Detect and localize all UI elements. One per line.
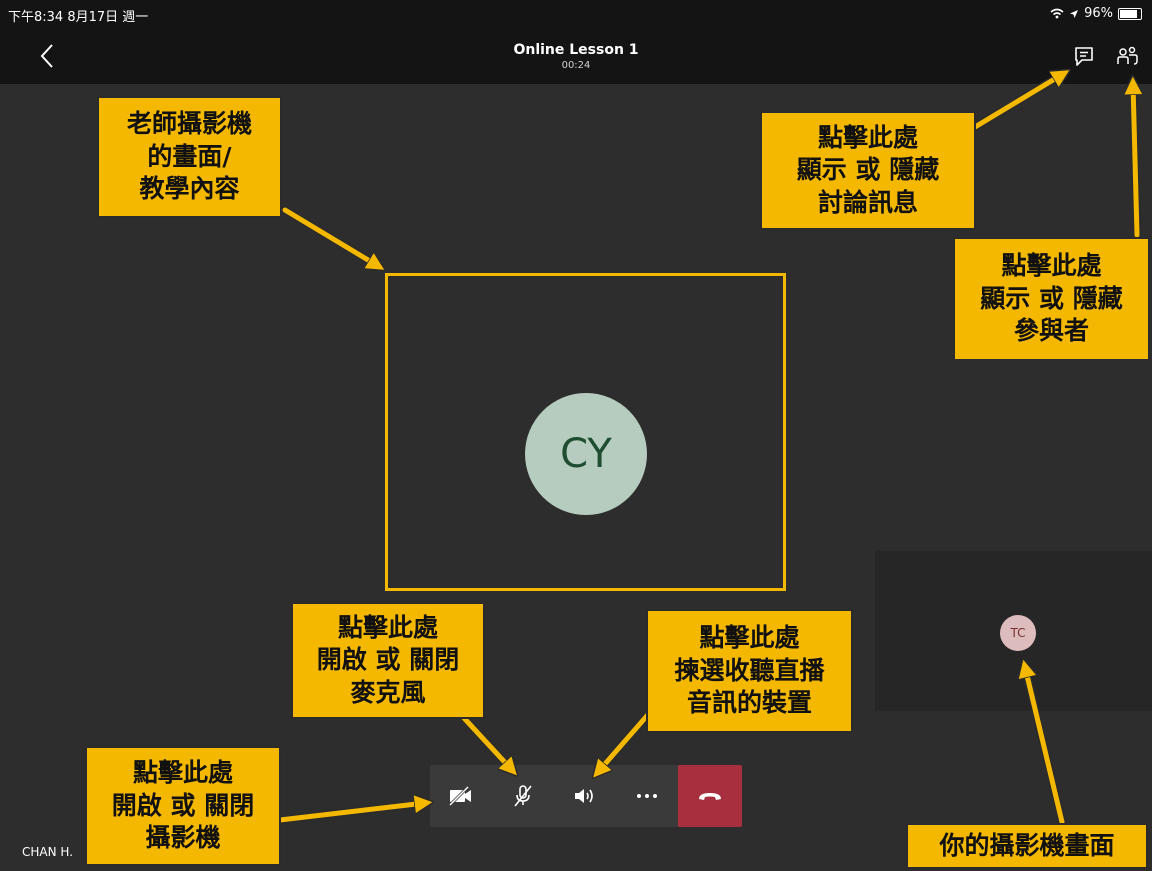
annotation-line: 開啟 或 關閉 [111, 790, 255, 820]
self-display-name: CHAN H. [22, 845, 74, 859]
annotation-line: 揀選收聽直播 [674, 655, 825, 685]
annotation-line: 顯示 或 隱藏 [796, 155, 940, 185]
annotation-line: 參與者 [1013, 316, 1089, 346]
annotation-line: 老師攝影機 [126, 109, 252, 139]
chat-button[interactable] [1073, 46, 1099, 70]
participants-button[interactable] [1115, 46, 1141, 70]
annotation-line: 攝影機 [145, 823, 221, 853]
annotation-line: 討論訊息 [817, 187, 918, 217]
meeting-header: Online Lesson 1 00:24 [0, 28, 1152, 84]
battery-icon [1118, 7, 1142, 20]
hang-up-button[interactable] [678, 765, 742, 827]
annotation-line: 點擊此處 [817, 122, 918, 152]
annotation-line: 點擊此處 [699, 623, 800, 653]
participants-icon [1117, 46, 1138, 65]
annotation-line: 點擊此處 [1001, 251, 1102, 281]
annotation-line: 開啟 或 關閉 [316, 645, 460, 675]
annotation-line: 教學內容 [139, 174, 240, 204]
annotation-line: 顯示 或 隱藏 [980, 283, 1123, 313]
annotation-line: 音訊的裝置 [686, 688, 812, 718]
status-indicators: 96% [1050, 6, 1142, 21]
camera-toggle-button[interactable] [430, 765, 492, 827]
status-time: 下午8:34 8月17日 週一 [8, 10, 149, 25]
annotation-line: 你的攝影機畫面 [939, 830, 1115, 860]
location-icon [1070, 9, 1079, 18]
self-avatar: TC [1000, 615, 1036, 651]
annotation-self-view: 你的攝影機畫面 [906, 823, 1148, 869]
hang-up-icon [699, 793, 721, 800]
more-options-button[interactable] [616, 765, 678, 827]
battery-percentage: 96% [1084, 6, 1113, 21]
more-icon [637, 794, 657, 798]
status-bar: 下午8:34 8月17日 週一 96% [0, 0, 1152, 28]
meeting-timer: 00:24 [561, 60, 591, 71]
chat-icon [1075, 47, 1093, 66]
meeting-info: Online Lesson 1 00:24 [0, 42, 1152, 71]
annotation-audio-device: 點擊此處 揀選收聽直播 音訊的裝置 [646, 609, 853, 733]
speaker-button[interactable] [554, 765, 616, 827]
mic-toggle-button[interactable] [492, 765, 554, 827]
teacher-avatar: CY [525, 393, 647, 515]
wifi-icon [1050, 8, 1064, 19]
annotation-line: 點擊此處 [337, 612, 438, 642]
speaker-icon [575, 789, 593, 803]
meeting-title: Online Lesson 1 [513, 42, 639, 58]
annotation-mic-toggle: 點擊此處 開啟 或 關閉 麥克風 [291, 602, 485, 719]
annotation-line: 點擊此處 [132, 758, 233, 788]
annotation-camera-toggle: 點擊此處 開啟 或 關閉 攝影機 [85, 746, 281, 866]
annotation-teacher-video: 老師攝影機 的畫面/ 教學內容 [97, 96, 282, 218]
annotation-chat-toggle: 點擊此處 顯示 或 隱藏 討論訊息 [760, 111, 976, 230]
annotation-participants-toggle: 點擊此處 顯示 或 隱藏 參與者 [953, 237, 1150, 361]
call-controls [430, 765, 742, 827]
annotation-line: 的畫面/ [147, 141, 232, 171]
mic-off-icon [514, 785, 532, 807]
camera-off-icon [448, 785, 471, 807]
annotation-line: 麥克風 [350, 677, 426, 707]
